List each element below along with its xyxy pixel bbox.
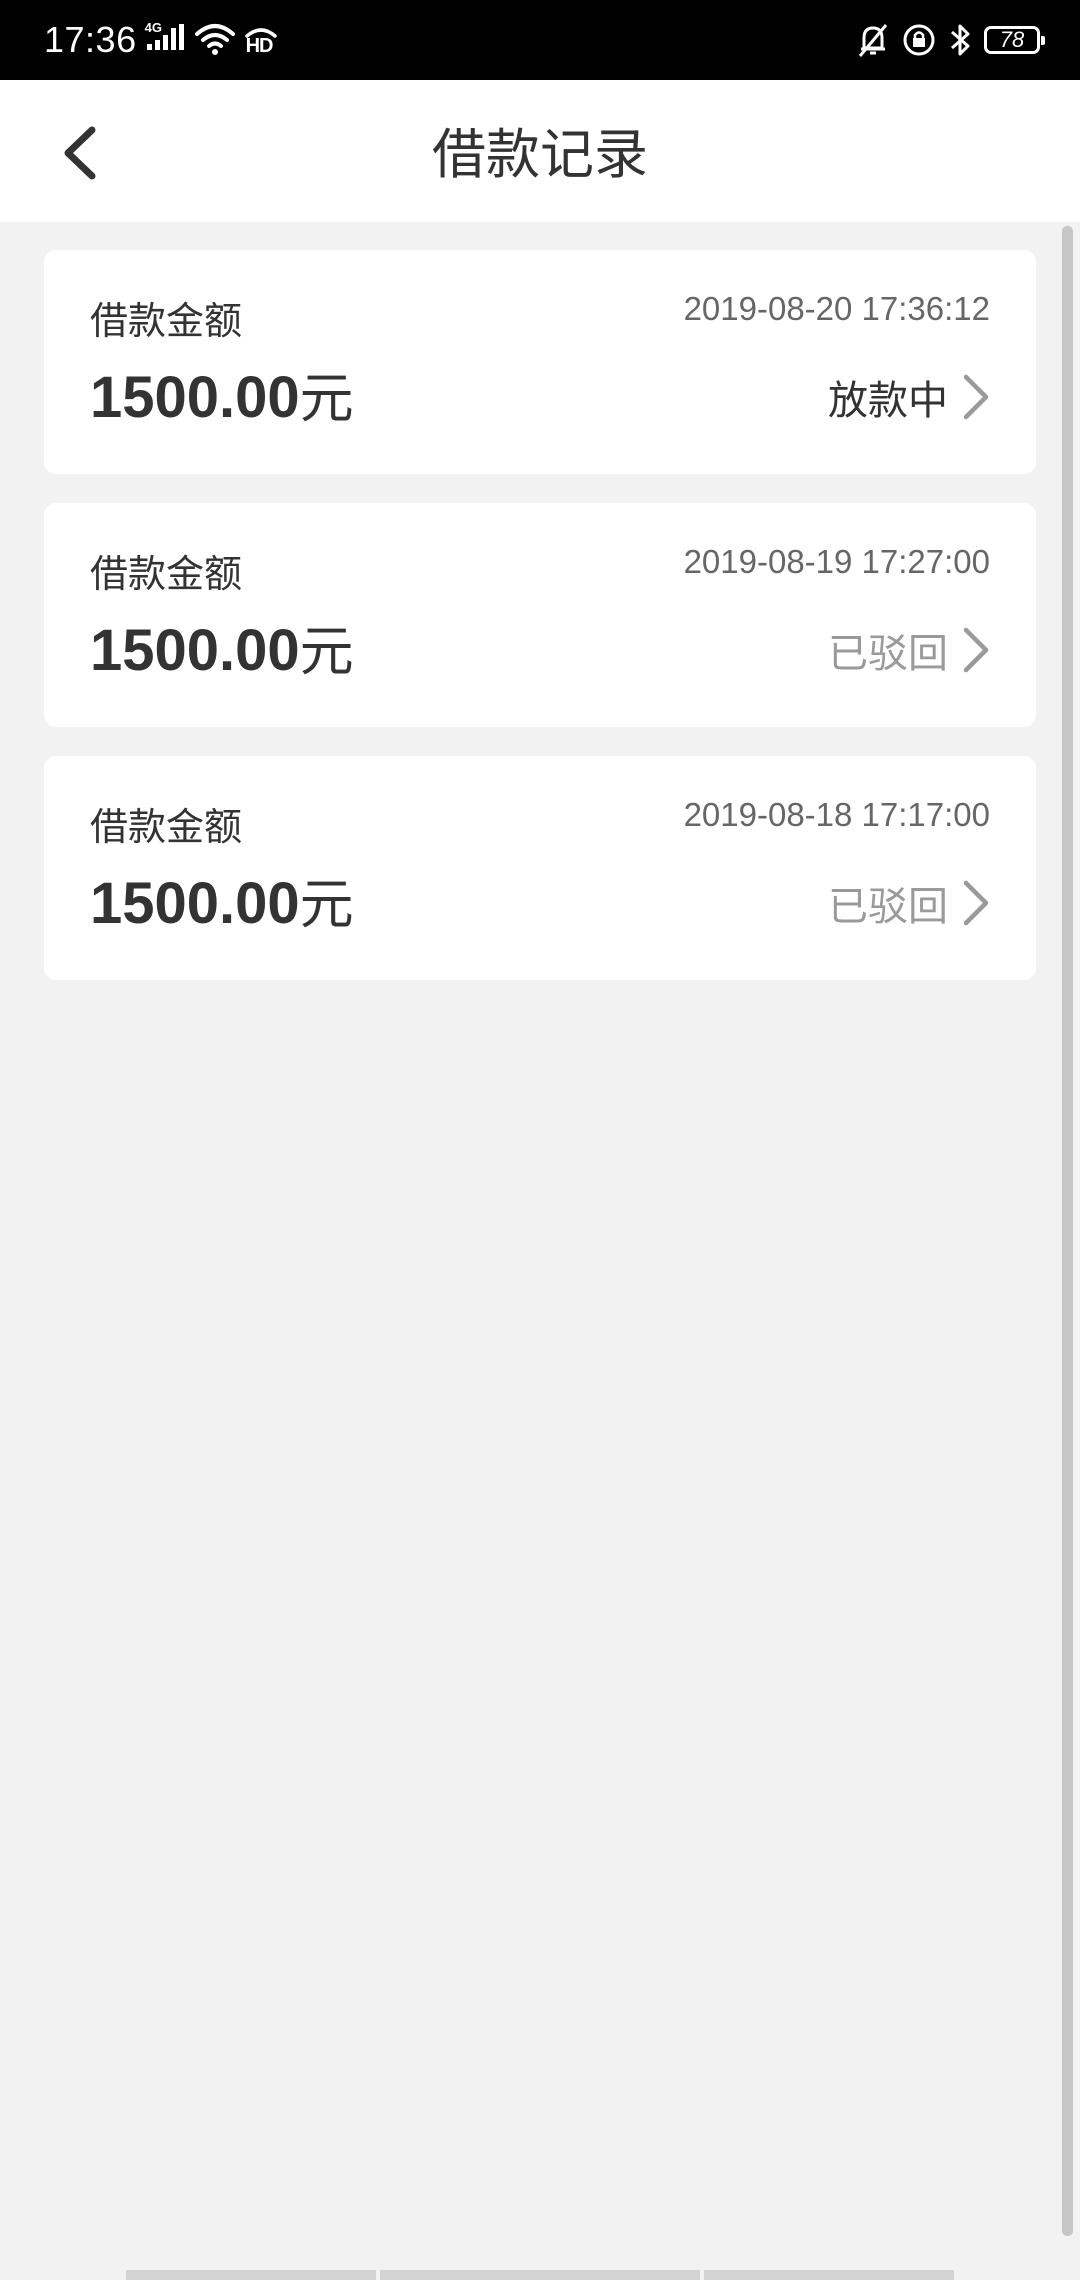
rotation-lock-icon — [902, 23, 936, 57]
loan-status-text: 已驳回 — [828, 884, 948, 930]
hd-label: HD — [245, 35, 274, 57]
wifi-icon — [194, 22, 235, 58]
loan-status: 放款中 — [828, 368, 990, 426]
battery-icon: 78 — [984, 26, 1045, 54]
bluetooth-icon — [948, 22, 972, 58]
bottom-gesture-bar — [0, 2270, 1080, 2280]
loan-amount: 1500.00元 — [90, 860, 354, 939]
loan-amount-unit: 元 — [299, 367, 354, 430]
loan-status-text: 已驳回 — [828, 631, 948, 677]
loan-amount-value: 1500.00 — [90, 365, 300, 430]
loan-status: 已驳回 — [828, 621, 990, 679]
hd-icon: HD — [243, 22, 279, 58]
signal-icon: 4G — [145, 20, 187, 58]
loan-amount-label: 借款金额 — [90, 805, 243, 849]
gesture-handle — [704, 2270, 954, 2280]
loan-amount-value: 1500.00 — [90, 618, 300, 683]
loan-date: 2019-08-18 17:17:00 — [683, 796, 990, 833]
header: 借款记录 — [0, 80, 1080, 222]
chevron-right-icon — [963, 374, 989, 420]
loan-date: 2019-08-20 17:36:12 — [683, 290, 990, 327]
loan-amount-unit: 元 — [299, 873, 354, 936]
page-title: 借款记录 — [432, 123, 648, 186]
gesture-handle — [380, 2270, 700, 2280]
silent-bell-icon — [856, 22, 890, 58]
loan-amount: 1500.00元 — [90, 607, 354, 686]
loan-amount-label: 借款金额 — [90, 299, 243, 343]
gesture-handle — [126, 2270, 376, 2280]
loan-record-list: 借款金额 2019-08-20 17:36:12 1500.00元 放款中 借款… — [44, 250, 1036, 1009]
loan-status: 已驳回 — [828, 874, 990, 932]
battery-level: 78 — [999, 27, 1025, 52]
loan-record-card[interactable]: 借款金额 2019-08-18 17:17:00 1500.00元 已驳回 — [44, 756, 1036, 980]
loan-amount: 1500.00元 — [90, 354, 354, 433]
loan-amount-unit: 元 — [299, 620, 354, 683]
status-time: 17:36 — [44, 19, 137, 60]
loan-status-text: 放款中 — [828, 378, 948, 424]
status-left: 17:36 4G HD — [44, 0, 279, 80]
loan-date: 2019-08-19 17:27:00 — [683, 543, 990, 580]
loan-amount-label: 借款金额 — [90, 552, 243, 596]
chevron-right-icon — [963, 627, 989, 673]
loan-amount-value: 1500.00 — [90, 871, 300, 936]
chevron-right-icon — [963, 880, 989, 926]
loan-record-card[interactable]: 借款金额 2019-08-20 17:36:12 1500.00元 放款中 — [44, 250, 1036, 474]
loan-record-card[interactable]: 借款金额 2019-08-19 17:27:00 1500.00元 已驳回 — [44, 503, 1036, 727]
status-bar: 17:36 4G HD 78 — [0, 0, 1080, 80]
scrollbar[interactable] — [1062, 226, 1073, 2236]
status-right: 78 — [856, 0, 1045, 80]
